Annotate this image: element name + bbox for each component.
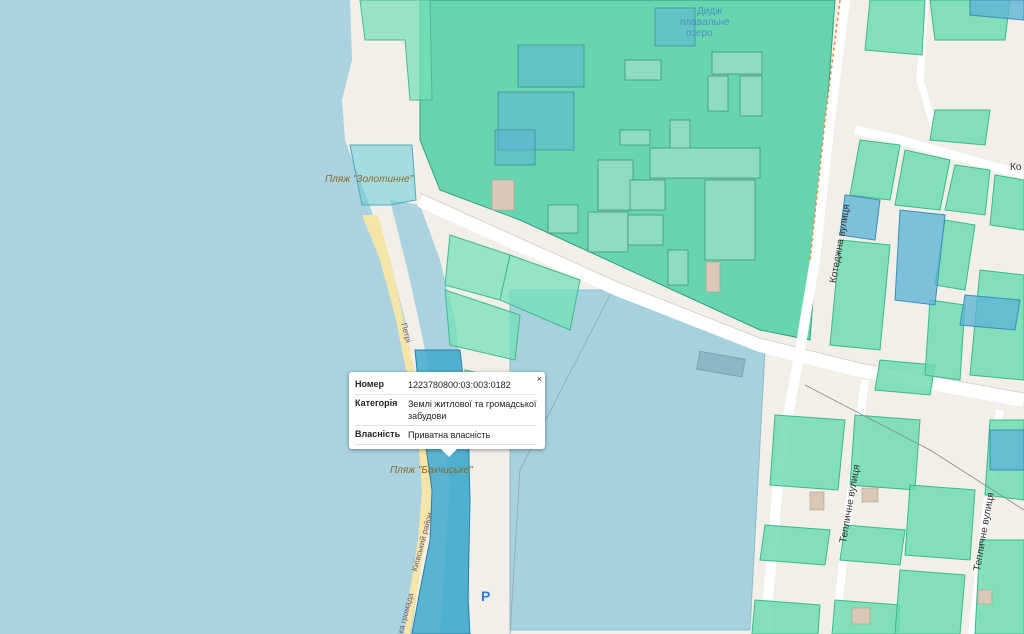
popup-value: Приватна власність (408, 430, 491, 440)
water-label-2: плавальне (680, 17, 730, 28)
popup-key: Категорія (355, 398, 398, 408)
popup-key: Власність (355, 429, 401, 439)
popup-row-category: Категорія Землі житлової та громадської … (355, 395, 537, 426)
popup-value: 1223780800:03:003:0182 (408, 380, 511, 390)
popup-value: Землі житлової та громадської забудови (408, 399, 537, 421)
popup-pointer (441, 449, 457, 457)
map-canvas[interactable] (0, 0, 1024, 634)
parcel-info-popup: × Номер 1223780800:03:003:0182 Категорія… (349, 372, 545, 457)
parking-icon: P (481, 588, 491, 604)
beach-label-1: Пляж "Золотинне" (325, 174, 414, 185)
close-icon[interactable]: × (537, 374, 542, 384)
water-label-3: озеро (686, 28, 713, 39)
popup-row-number: Номер 1223780800:03:003:0182 (355, 376, 537, 395)
pond (509, 289, 766, 631)
popup-row-ownership: Власність Приватна власність (355, 426, 537, 445)
popup-key: Номер (355, 379, 385, 389)
beach-label-2: Пляж "Бахчиське" (390, 465, 473, 476)
water-label-1: Дидж (697, 6, 722, 17)
street-label-kot: Ко (1010, 162, 1022, 173)
